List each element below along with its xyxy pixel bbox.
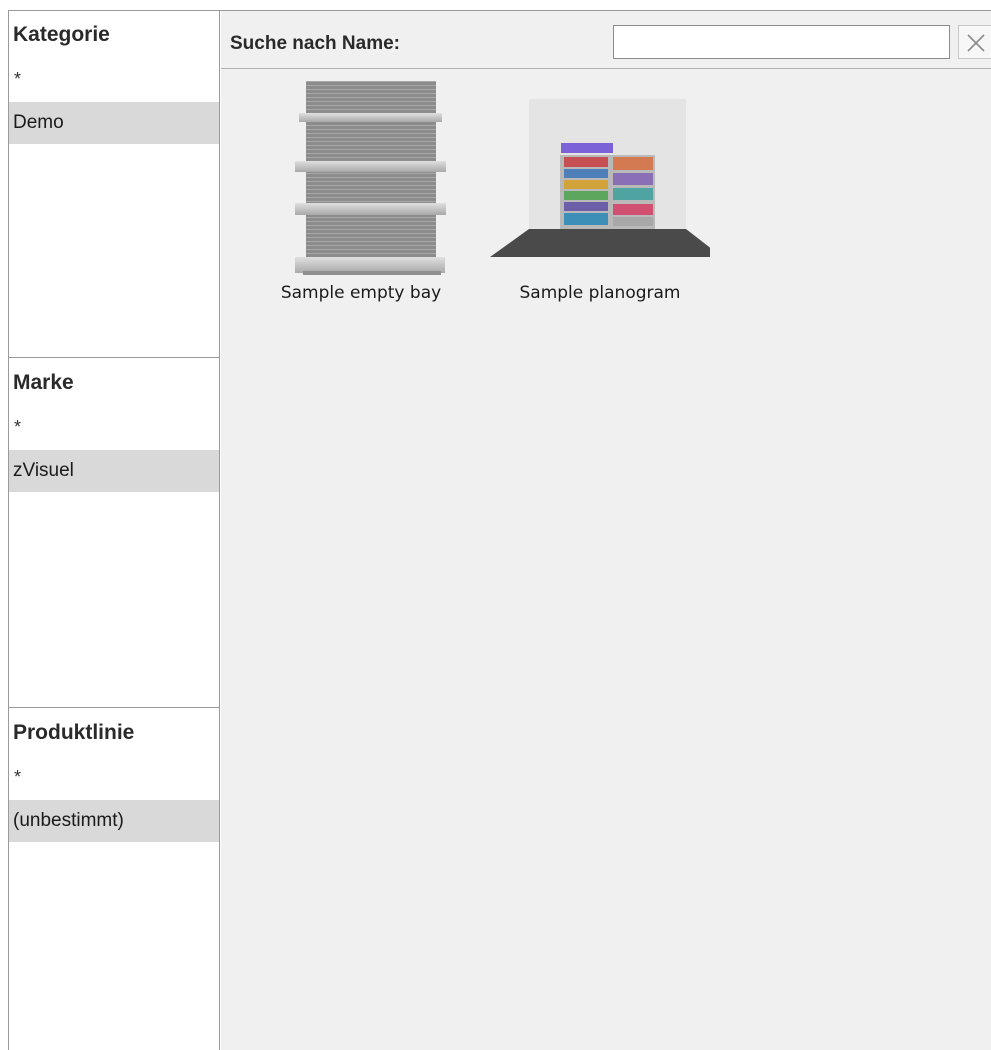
asset-tile[interactable]: Sample planogram	[490, 79, 710, 319]
search-input[interactable]	[613, 25, 950, 59]
product-line-filter-title: Produktlinie	[13, 721, 135, 744]
search-label: Suche nach Name:	[230, 33, 400, 54]
brand-filter: Marke * zVisuel	[9, 359, 219, 708]
category-filter-title: Kategorie	[13, 23, 110, 46]
brand-filter-item-selected[interactable]: zVisuel	[9, 450, 219, 492]
category-filter: Kategorie * Demo	[9, 11, 219, 358]
clear-search-button[interactable]	[958, 25, 991, 59]
asset-browser: Kategorie * Demo Marke * zVisuel Produkt…	[8, 10, 991, 1050]
product-line-filter-all[interactable]: *	[14, 767, 21, 788]
asset-tile[interactable]: Sample empty bay	[251, 79, 471, 319]
asset-tile-label: Sample empty bay	[280, 283, 442, 303]
results-panel: Suche nach Name: Sample empty bay Sample…	[221, 11, 991, 1050]
shelf-bay-icon	[295, 81, 446, 275]
product-line-filter-item-selected[interactable]: (unbestimmt)	[9, 800, 219, 842]
product-line-filter: Produktlinie * (unbestimmt)	[9, 709, 219, 1050]
filter-sidebar: Kategorie * Demo Marke * zVisuel Produkt…	[9, 11, 220, 1050]
brand-filter-all[interactable]: *	[14, 417, 21, 438]
search-bar: Suche nach Name:	[221, 11, 991, 69]
category-filter-item-selected[interactable]: Demo	[9, 102, 219, 144]
planogram-icon	[490, 99, 710, 257]
category-filter-all[interactable]: *	[14, 69, 21, 90]
asset-tile-label: Sample planogram	[519, 283, 681, 303]
brand-filter-title: Marke	[13, 371, 74, 394]
close-icon	[967, 34, 985, 52]
